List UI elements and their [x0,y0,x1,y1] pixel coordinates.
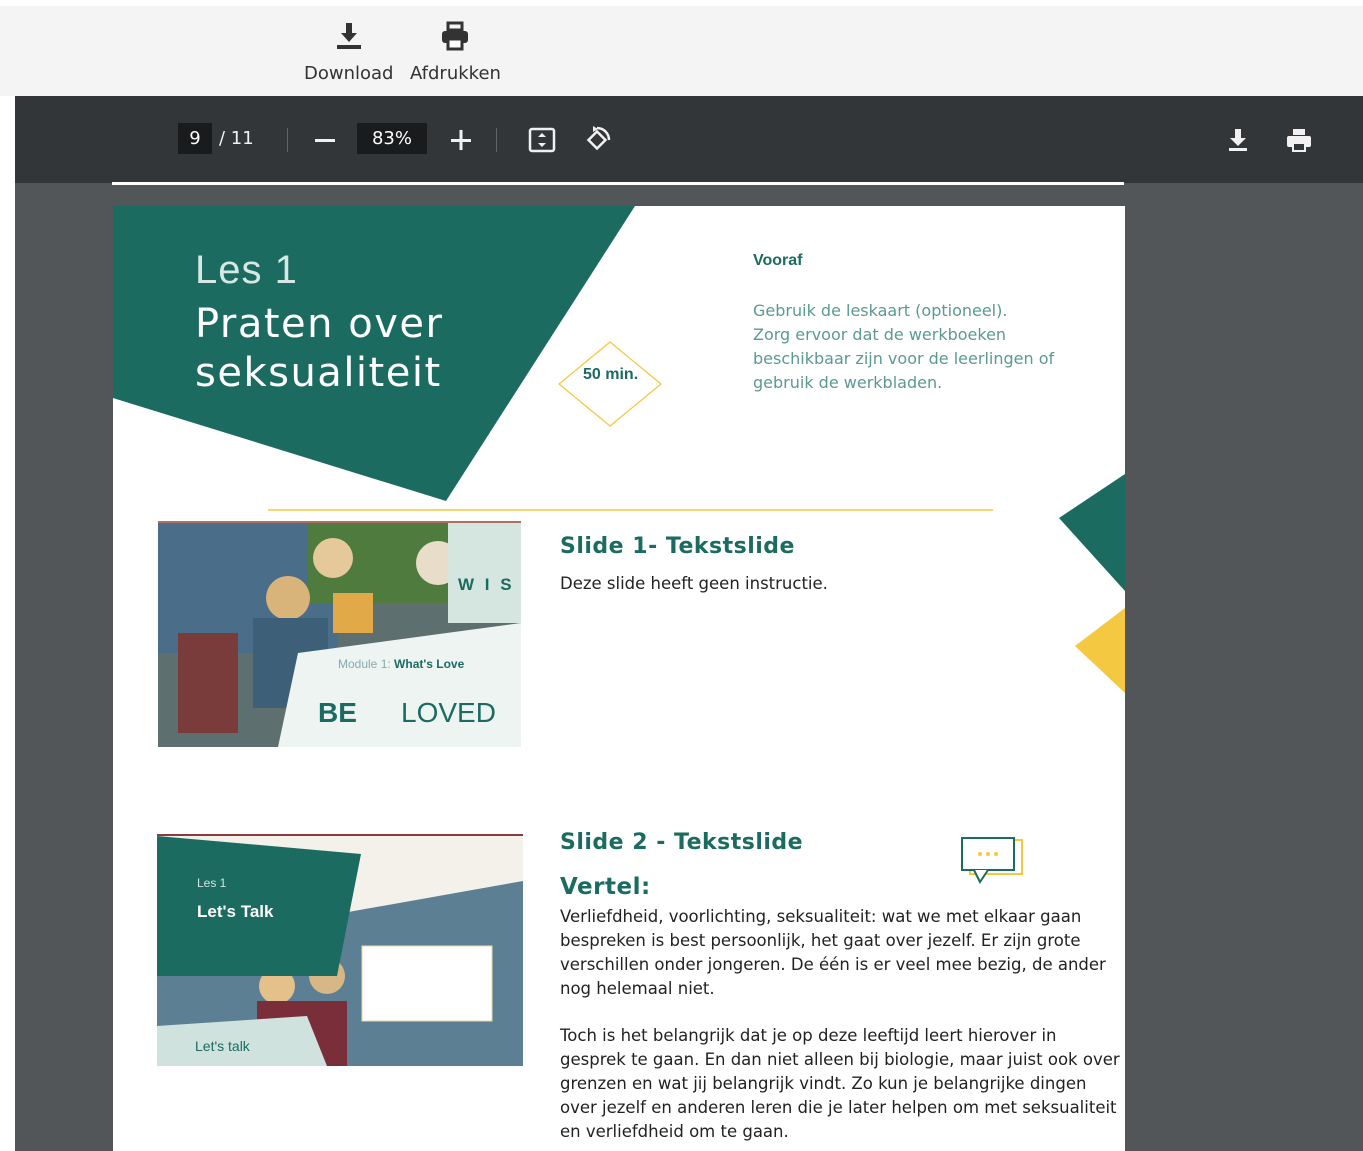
slide2-paragraph-1: Verliefdheid, voorlichting, seksualiteit… [560,907,1106,998]
lesson-title: Praten over seksualiteit [195,301,444,396]
print-icon [1287,129,1311,152]
fit-page-button[interactable] [527,125,557,155]
vooraf-text: Gebruik de leskaart (optioneel). Zorg er… [753,301,1055,392]
slide2-photo [157,836,523,1066]
viewer-download-button[interactable] [1223,125,1253,155]
more-icon [1349,125,1363,155]
rotate-icon [586,126,611,151]
plus-icon [451,130,471,150]
zoom-out-button[interactable] [310,125,340,155]
duration-badge: 50 min. [583,366,639,383]
previous-page-edge [112,182,1124,185]
minus-icon [315,139,335,142]
toolbar-divider [287,128,288,152]
viewer-print-button[interactable] [1284,125,1314,155]
vertel-label: Vertel: [560,874,651,900]
print-icon [439,20,471,63]
top-action-bar: Download Afdrukken [0,0,1363,96]
speech-bubble-icon [961,837,1023,884]
viewer-toolbar: 9 / 11 83% [15,96,1363,183]
slide2-title: Let's Talk [197,902,274,921]
lesson-label: Les 1 [195,248,298,292]
vooraf-heading: Vooraf [753,252,803,269]
slide1-heading: Slide 1- Tekstslide [560,534,795,559]
slide1-logo: W I S [458,575,515,594]
download-icon [1229,129,1247,151]
print-label: Afdrukken [410,63,501,84]
slide1-loved: LOVED [401,697,496,728]
slide2-les: Les 1 [197,876,227,890]
pdf-viewer: 9 / 11 83% Les 1 Praten over seksualitei… [15,96,1363,1151]
page-count: / 11 [219,128,254,149]
zoom-in-button[interactable] [446,125,476,155]
rotate-button[interactable] [583,125,613,155]
slide2-thumbnail: Les 1 Let's Talk Let's talk [157,834,523,1066]
download-icon [333,20,365,63]
slide1-module: Module 1: What's Love [338,657,465,671]
page-number-input[interactable]: 9 [178,123,212,154]
more-actions-button[interactable] [1349,125,1363,155]
slide2-heading: Slide 2 - Tekstslide [560,830,804,855]
slide2-footer: Let's talk [195,1038,250,1054]
pdf-page: Les 1 Praten over seksualiteit 50 min. V… [113,206,1125,1151]
print-button[interactable]: Afdrukken [410,20,501,84]
download-button[interactable]: Download [304,20,393,84]
slide1-text: Deze slide heeft geen instructie. [560,574,828,593]
fit-page-icon [528,127,556,153]
toolbar-divider [496,128,497,152]
slide1-thumbnail: W I S Module 1: What's Love BE LOVED [158,521,521,747]
slide1-be: BE [318,697,357,728]
slide2-paragraph-2: Toch is het belangrijk dat je op deze le… [560,1026,1120,1141]
zoom-input[interactable]: 83% [357,123,427,154]
download-label: Download [304,63,394,84]
